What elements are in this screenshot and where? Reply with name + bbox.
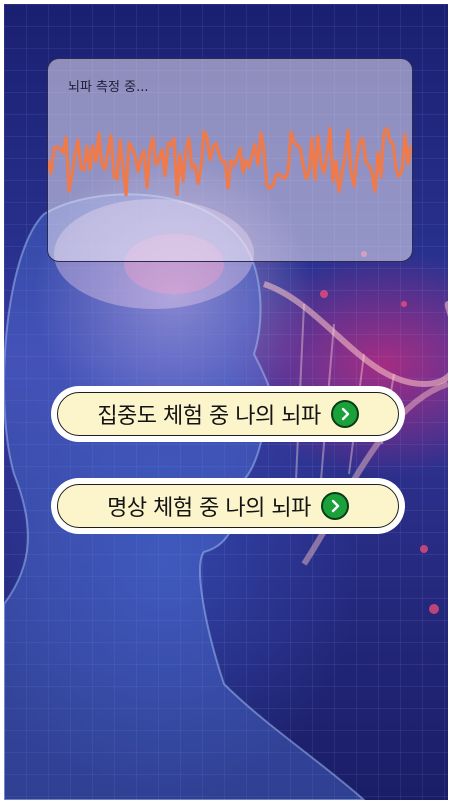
app-screen: 뇌파 측정 중... 집중도 체험 중 나의 뇌파 명상 체험 중 나의 뇌파	[4, 4, 448, 800]
chevron-right-icon[interactable]	[320, 492, 349, 520]
meditation-button-label: 명상 체험 중 나의 뇌파	[107, 496, 311, 521]
meditation-brainwave-button[interactable]: 명상 체험 중 나의 뇌파	[51, 478, 405, 534]
concentration-brainwave-button[interactable]: 집중도 체험 중 나의 뇌파	[51, 386, 405, 442]
meditation-button-face[interactable]: 명상 체험 중 나의 뇌파	[57, 484, 399, 528]
concentration-button-label: 집중도 체험 중 나의 뇌파	[97, 404, 321, 429]
brainwave-status-text: 뇌파 측정 중...	[68, 80, 149, 95]
brainwave-card: 뇌파 측정 중...	[47, 58, 413, 262]
brainwave-graph	[48, 126, 412, 197]
concentration-button-face[interactable]: 집중도 체험 중 나의 뇌파	[57, 392, 399, 436]
chevron-right-icon[interactable]	[330, 400, 359, 428]
brainwave-line	[48, 126, 412, 197]
